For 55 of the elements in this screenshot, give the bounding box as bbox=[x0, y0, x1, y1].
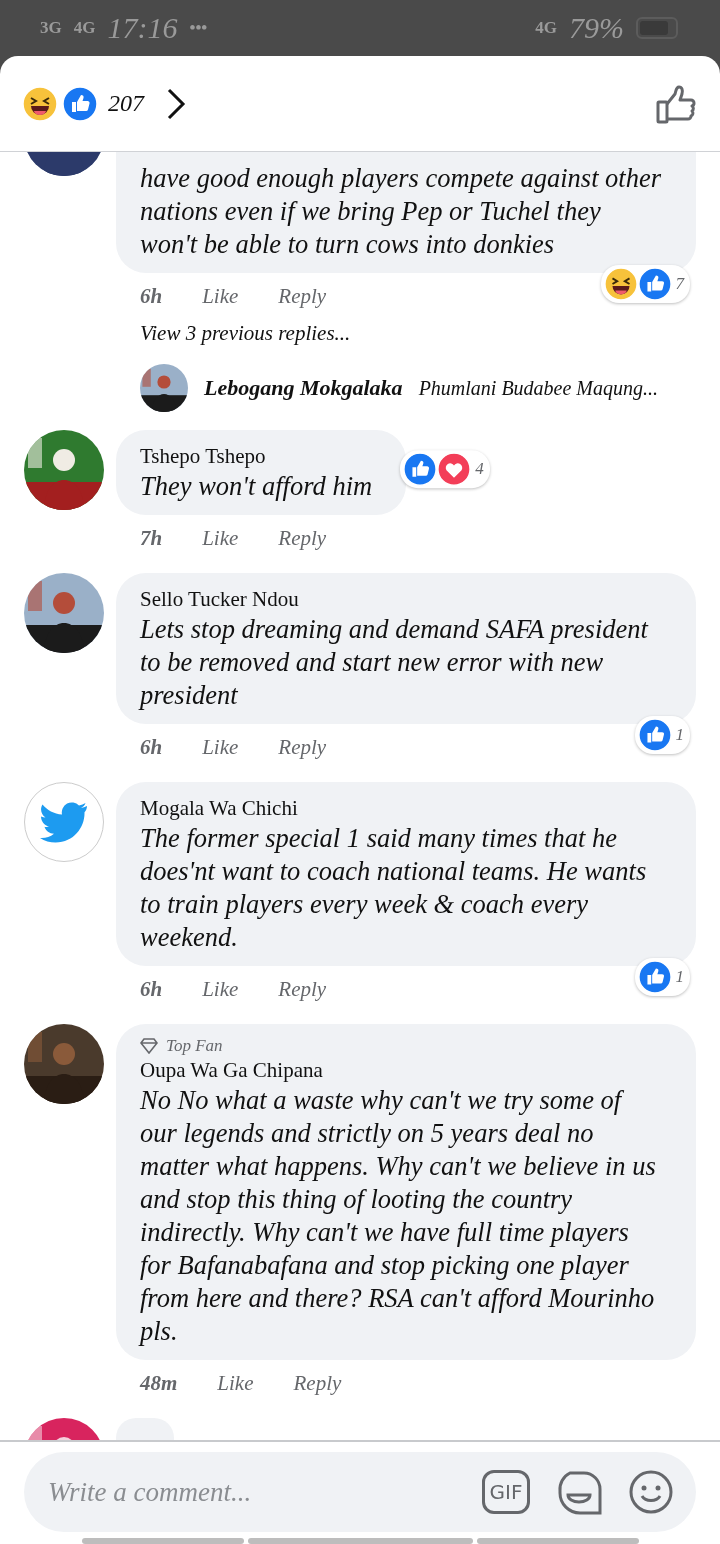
reply-link[interactable]: Reply bbox=[278, 734, 327, 760]
comment-time: 6h bbox=[140, 976, 163, 1002]
laughing-emoji-icon bbox=[603, 267, 638, 301]
reactions-summary[interactable]: 1 bbox=[634, 958, 690, 996]
reply-author[interactable]: Lebogang Mokgalaka bbox=[204, 375, 403, 401]
reply-link[interactable]: Reply bbox=[278, 283, 327, 309]
bird-icon bbox=[39, 801, 89, 843]
reply-link[interactable]: Reply bbox=[293, 1370, 342, 1396]
comment-text: No No what a waste why can't we try some of our legends and strictly on 5 years deal no matter what happens. Why can't we believe in us and stop this thing of looting the country indirectly. Why can't we have full time players for Bafanabafana and stop picking one player from here and there? RSA can't afford Mourinho pls. bbox=[140, 1084, 657, 1348]
comment-text: The former special 1 said many times that he does'nt want to coach national teams. He wants to train players every week & coach every weekend. bbox=[140, 822, 648, 954]
reactions-summary[interactable]: 4 bbox=[400, 449, 490, 488]
thumbs-up-icon bbox=[403, 451, 438, 486]
reactions-summary[interactable]: 1 bbox=[634, 716, 690, 754]
view-replies-link[interactable]: View 3 previous replies... bbox=[116, 317, 696, 346]
diamond-icon bbox=[140, 1038, 158, 1054]
thumbs-up-icon[interactable] bbox=[656, 83, 698, 124]
more-notifications: ••• bbox=[189, 18, 208, 38]
commenter-name[interactable]: Sello Tucker Ndou bbox=[140, 585, 662, 613]
commenter-name[interactable]: Mogala Wa Chichi bbox=[140, 794, 662, 822]
comment-time: 6h bbox=[140, 734, 163, 760]
reactions-summary[interactable]: 7 bbox=[600, 265, 690, 303]
comment-text: Lets stop dreaming and demand SAFA president to be removed and start new error with new president bbox=[140, 613, 650, 712]
thumbs-up-icon bbox=[637, 960, 672, 994]
battery-icon bbox=[636, 17, 680, 39]
sticker-icon[interactable] bbox=[556, 1469, 602, 1515]
reply-preview-text[interactable]: Phumlani Budabee Maqung... bbox=[418, 376, 659, 400]
battery-percent: 79% bbox=[569, 11, 624, 45]
like-link[interactable]: Like bbox=[202, 283, 239, 309]
clock-time: 17:16 bbox=[107, 11, 178, 45]
reply-link[interactable]: Reply bbox=[278, 976, 327, 1002]
emoji-icon[interactable] bbox=[628, 1469, 674, 1515]
network-label: 4G bbox=[535, 18, 557, 38]
commenter-name[interactable]: Tshepo Tshepo bbox=[140, 442, 373, 470]
reaction-count[interactable]: 207 bbox=[108, 90, 144, 117]
reply-link[interactable]: Reply bbox=[278, 525, 327, 551]
like-link[interactable]: Like bbox=[202, 976, 239, 1002]
commenter-name[interactable]: Oupa Wa Ga Chipana bbox=[140, 1056, 662, 1084]
like-link[interactable]: Like bbox=[202, 734, 239, 760]
thumbs-up-icon bbox=[62, 85, 98, 122]
gif-button[interactable]: GIF bbox=[482, 1470, 530, 1514]
signal-label: 4G bbox=[73, 18, 96, 38]
like-link[interactable]: Like bbox=[217, 1370, 254, 1396]
thumbs-up-icon bbox=[637, 267, 672, 301]
top-fan-label: Top Fan bbox=[166, 1036, 223, 1056]
comment-text: have good enough players compete against other nations even if we bring Pep or Tuchel they won't be able to turn cows into donkies bbox=[140, 162, 662, 261]
signal-label: 3G bbox=[40, 18, 62, 38]
like-link[interactable]: Like bbox=[202, 525, 239, 551]
comment-text: They won't afford him bbox=[140, 470, 373, 503]
thumbs-up-icon bbox=[637, 718, 672, 752]
comment-time: 6h bbox=[140, 283, 163, 309]
comment-input-field[interactable]: Write a comment... GIF bbox=[24, 1452, 696, 1532]
chevron-right-icon[interactable] bbox=[166, 86, 186, 121]
laughing-emoji-icon bbox=[22, 85, 58, 122]
comment-time: 7h bbox=[140, 525, 163, 551]
comment-time: 48m bbox=[140, 1370, 178, 1396]
